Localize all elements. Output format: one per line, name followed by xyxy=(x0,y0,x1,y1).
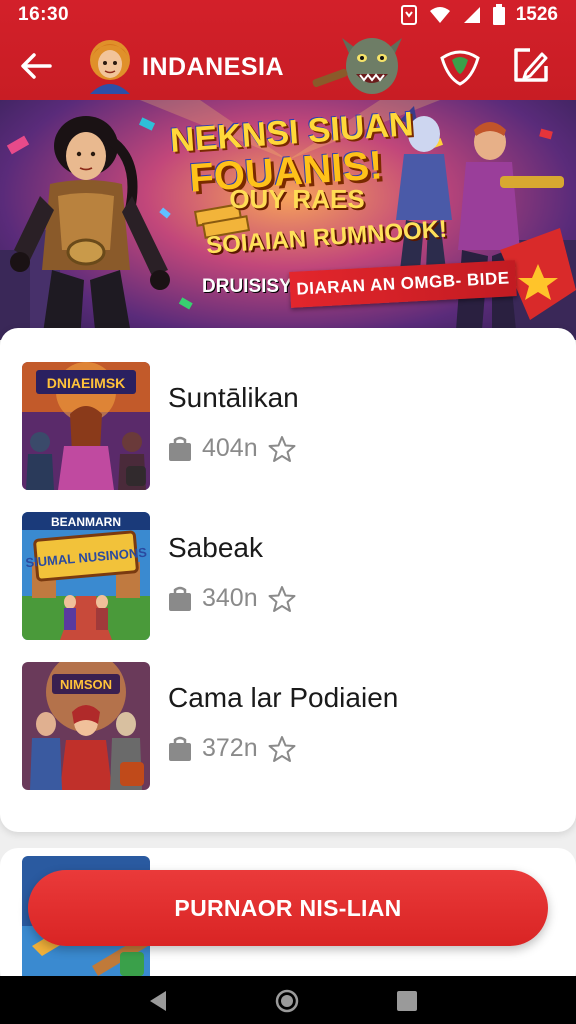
bag-icon xyxy=(169,586,191,611)
battery-percent: 1526 xyxy=(515,4,558,25)
cta-button[interactable]: PURNAOR NIS-LIAN xyxy=(28,870,548,946)
game-meta: 340n xyxy=(168,584,296,613)
thumb-title: BEANMARN xyxy=(51,515,121,529)
battery-icon xyxy=(492,4,506,26)
banner-caption: DRUISISY xyxy=(202,276,292,297)
game-meta: 372n xyxy=(168,734,296,763)
thumb-title: NIMSON xyxy=(60,677,112,692)
star-icon[interactable] xyxy=(268,435,296,463)
game-title: Sabeak xyxy=(168,532,263,563)
game-size: 340n xyxy=(202,584,258,612)
game-meta: 404n xyxy=(168,434,296,463)
list-item[interactable]: BEANMARN SIUMAL NUSINONS Sabeak 340n xyxy=(0,478,576,640)
system-nav-bar xyxy=(0,976,576,1024)
game-size: 372n xyxy=(202,734,258,762)
game-size: 404n xyxy=(202,434,258,462)
screen: 16:30 1526 INDANESIA NEKNSI SIUAN FOUANI… xyxy=(0,0,576,1024)
thumb-title: DNIAEIMSK xyxy=(47,375,126,391)
mascot-image xyxy=(312,20,432,100)
nav-recents-button[interactable] xyxy=(396,990,418,1017)
edit-button[interactable] xyxy=(508,44,552,88)
banner-subline: OUY RAES xyxy=(229,184,365,214)
circle-home-icon xyxy=(275,989,299,1013)
game-title: Cama lar Podiaien xyxy=(168,682,399,713)
square-recents-icon xyxy=(397,991,417,1011)
avatar[interactable] xyxy=(84,36,136,94)
nav-back-button[interactable] xyxy=(148,990,168,1017)
signal-icon xyxy=(462,5,482,25)
triangle-back-icon xyxy=(150,991,166,1011)
bag-icon xyxy=(169,436,191,461)
arrow-left-icon xyxy=(21,53,52,79)
app-title: INDANESIA xyxy=(142,53,285,81)
nav-home-button[interactable] xyxy=(274,988,300,1019)
star-icon[interactable] xyxy=(268,735,296,763)
star-icon[interactable] xyxy=(268,585,296,613)
game-title: Suntālikan xyxy=(168,382,299,413)
shield-button[interactable] xyxy=(436,44,484,88)
game-thumbnail[interactable]: BEANMARN SIUMAL NUSINONS xyxy=(22,512,150,640)
list-item[interactable]: DNIAEIMSK Suntālikan 404n xyxy=(0,328,576,490)
edit-icon xyxy=(514,48,548,82)
app-bar: 16:30 1526 INDANESIA xyxy=(0,0,576,100)
bag-icon xyxy=(169,736,191,761)
game-list: DNIAEIMSK Suntālikan 404n BEANMARN SIUMA… xyxy=(0,328,576,832)
back-button[interactable] xyxy=(16,46,56,86)
game-thumbnail[interactable]: DNIAEIMSK xyxy=(22,362,150,490)
list-item[interactable]: NIMSON Cama lar Podiaien 372n xyxy=(0,628,576,790)
status-time: 16:30 xyxy=(18,4,70,25)
promo-banner[interactable]: NEKNSI SIUAN FOUANIS! OUY RAES SOIAIAN R… xyxy=(0,100,576,340)
shield-icon xyxy=(440,50,480,86)
game-thumbnail[interactable]: NIMSON xyxy=(22,662,150,790)
